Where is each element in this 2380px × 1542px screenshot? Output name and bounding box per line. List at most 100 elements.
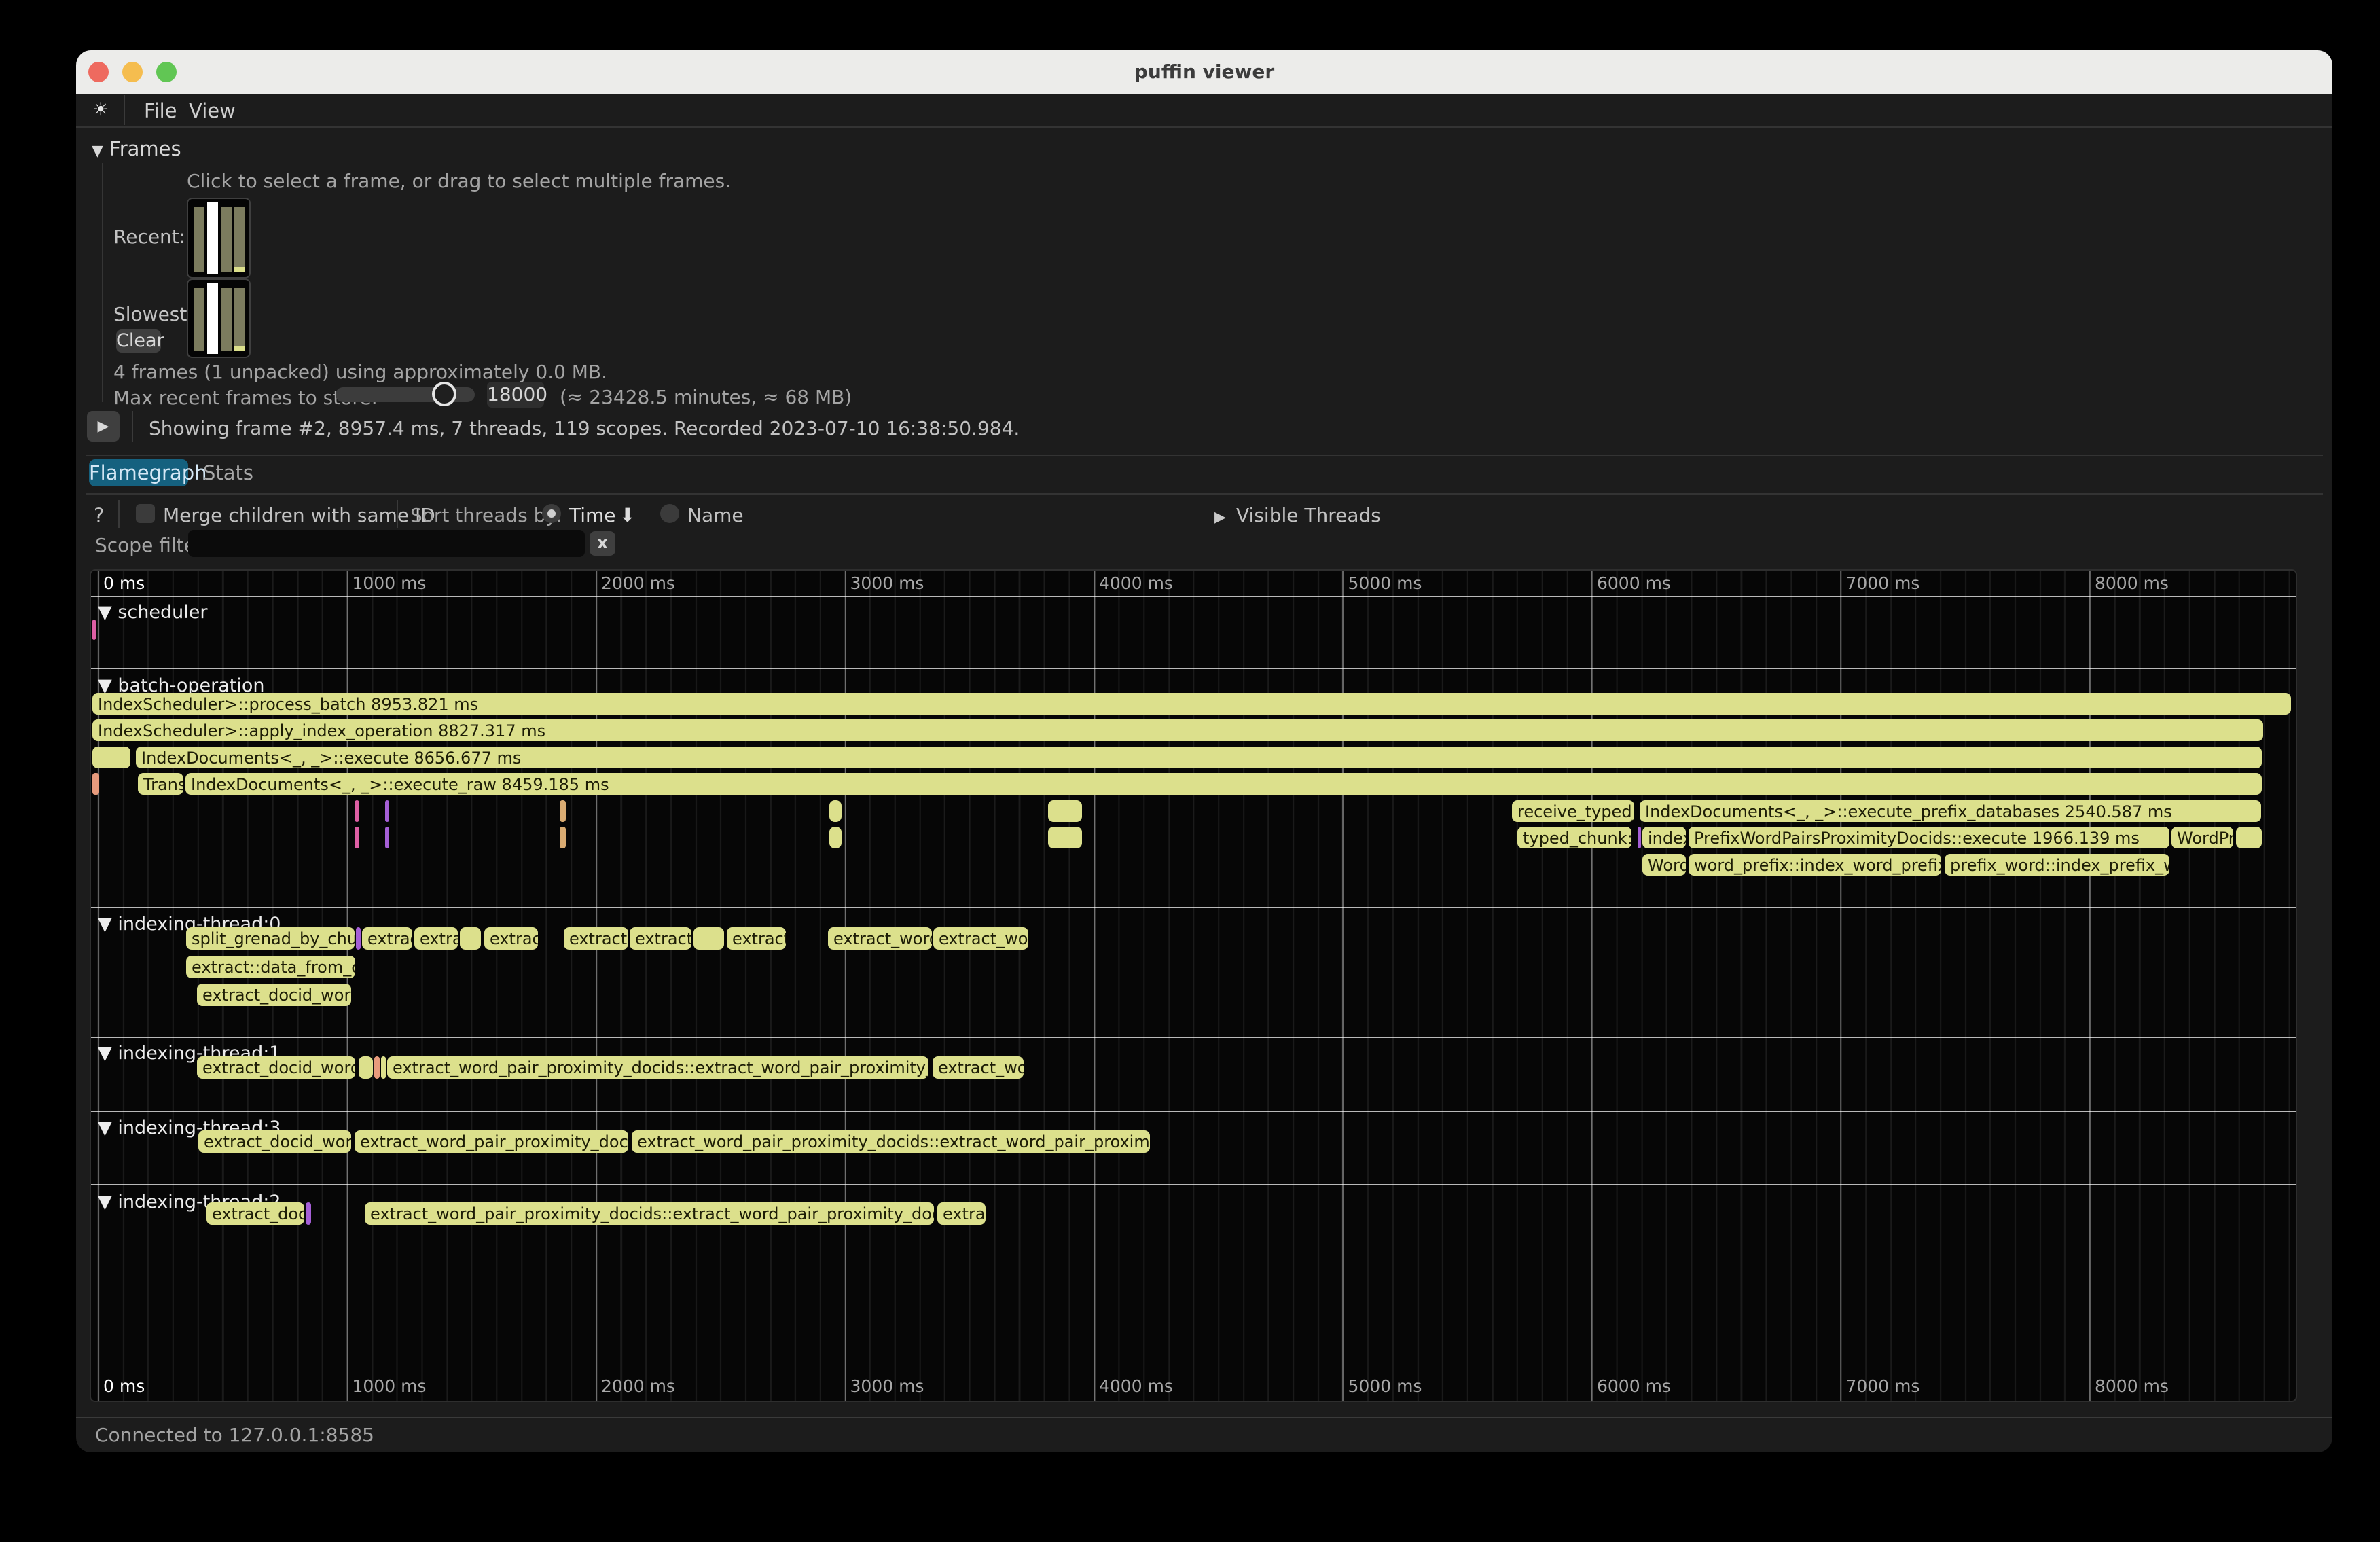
scope-bar-small[interactable]: [693, 927, 724, 950]
max-frames-slider[interactable]: [336, 387, 475, 402]
scope-bar[interactable]: extract_docid_word: [197, 1056, 355, 1079]
scope-bar[interactable]: extract_word_pair_proximity_docids::extr…: [365, 1202, 934, 1225]
scope-bar[interactable]: extract_word_pair_proximity_docids::extr…: [632, 1130, 1150, 1153]
time-tick-label: 3000 ms: [850, 1376, 924, 1396]
scope-bar-small[interactable]: [92, 773, 99, 795]
scope-bar-small[interactable]: [385, 827, 389, 848]
merge-children-checkbox[interactable]: [136, 504, 155, 523]
scope-bar-small[interactable]: [829, 827, 842, 848]
thumbnail-frame-bar[interactable]: [234, 207, 245, 272]
scope-bar-small[interactable]: [92, 747, 130, 768]
scope-bar-small[interactable]: [560, 827, 566, 848]
tab-flamegraph[interactable]: Flamegraph: [89, 459, 188, 486]
slider-knob[interactable]: [432, 382, 456, 406]
scope-bar[interactable]: receive_typed_: [1512, 800, 1634, 822]
thread-group-header[interactable]: ▼ scheduler: [98, 602, 207, 623]
scope-bar[interactable]: extract_docid_word: [198, 1130, 351, 1153]
clear-frames-button[interactable]: Clear: [116, 329, 161, 353]
controls-divider: [118, 500, 120, 528]
thumbnail-frame-bar[interactable]: [221, 288, 232, 351]
time-tick-label: 5000 ms: [1348, 1376, 1422, 1396]
frames-section-header[interactable]: ▼ Frames: [92, 137, 181, 160]
scope-bar[interactable]: Word: [1642, 854, 1686, 876]
max-frames-estimate: (≈ 23428.5 minutes, ≈ 68 MB): [560, 386, 852, 408]
scope-bar[interactable]: IndexScheduler>::process_batch 8953.821 …: [92, 693, 2291, 715]
scope-bar[interactable]: IndexDocuments<_, _>::execute 8656.677 m…: [136, 747, 2262, 768]
menu-view[interactable]: View: [189, 99, 236, 122]
scope-bar[interactable]: extract_wo: [933, 1056, 1024, 1079]
scope-bar-small[interactable]: [355, 800, 359, 822]
scope-bar[interactable]: split_grenad_by_chun: [186, 927, 355, 950]
theme-sun-icon[interactable]: ☀: [92, 99, 109, 120]
scope-bar[interactable]: extract_docid_word: [197, 984, 351, 1006]
scope-bar[interactable]: word_prefix::index_word_prefix_: [1689, 854, 1941, 876]
scope-bar-small[interactable]: [460, 927, 481, 950]
help-button[interactable]: ?: [94, 504, 104, 527]
scope-filter-input[interactable]: [188, 530, 585, 557]
thumbnail-frame-bar[interactable]: [234, 288, 245, 351]
time-tick-label: 4000 ms: [1099, 573, 1173, 593]
scope-bar[interactable]: IndexDocuments<_, _>::execute_prefix_dat…: [1640, 800, 2261, 822]
scope-bar-small[interactable]: [829, 800, 842, 822]
slowest-frames-thumbnail[interactable]: [187, 279, 251, 358]
scope-bar-small[interactable]: [1048, 800, 1082, 822]
thumbnail-frame-bar[interactable]: [221, 207, 232, 272]
scope-bar-small[interactable]: [1048, 827, 1082, 848]
scope-bar[interactable]: WordPr: [2171, 827, 2233, 848]
scope-bar-small[interactable]: [92, 620, 96, 640]
max-frames-value[interactable]: 18000: [487, 382, 544, 408]
scope-bar[interactable]: extract: [727, 927, 786, 950]
sort-time-radio[interactable]: [542, 504, 561, 523]
time-tick-label: 7000 ms: [1846, 1376, 1920, 1396]
clear-filter-button[interactable]: x: [590, 531, 615, 556]
play-button[interactable]: ▶: [87, 411, 120, 442]
statusbar-divider: [76, 1417, 2332, 1418]
scope-bar[interactable]: extract::data_from_ob: [186, 956, 355, 978]
scope-bar[interactable]: extract: [362, 927, 412, 950]
scope-bar[interactable]: IndexDocuments<_, _>::execute_raw 8459.1…: [185, 773, 2262, 795]
scope-bar[interactable]: index: [1642, 827, 1686, 848]
tab-stats[interactable]: Stats: [202, 459, 254, 486]
scope-bar[interactable]: prefix_word::index_prefix_wo: [1945, 854, 2169, 876]
visible-threads-header[interactable]: ▶ Visible Threads: [1214, 504, 1381, 526]
scope-bar-small[interactable]: [560, 800, 566, 822]
thumbnail-frame-bar[interactable]: [194, 288, 204, 351]
scope-bar[interactable]: extra: [414, 927, 458, 950]
scope-bar[interactable]: extract_doc: [206, 1202, 304, 1225]
scope-bar-small[interactable]: [381, 1056, 386, 1079]
scope-bar[interactable]: typed_chunk::w: [1517, 827, 1631, 848]
slowest-label: Slowest:: [113, 303, 194, 325]
scope-bar-small[interactable]: [385, 800, 389, 822]
scope-bar[interactable]: extract_word_pair_proximity_docids::extr…: [387, 1056, 928, 1079]
thumbnail-frame-bar[interactable]: [194, 207, 204, 272]
scope-bar-small[interactable]: [374, 1056, 380, 1079]
merge-children-label: Merge children with same ID: [163, 504, 435, 526]
scope-bar[interactable]: Trans: [138, 773, 183, 795]
scope-bar[interactable]: extract_: [564, 927, 628, 950]
sort-name-label[interactable]: Name: [687, 504, 744, 526]
menu-file[interactable]: File: [144, 99, 177, 122]
flamegraph-canvas[interactable]: 0 ms1000 ms2000 ms3000 ms4000 ms5000 ms6…: [90, 569, 2297, 1402]
thumbnail-frame-bar[interactable]: [207, 202, 218, 274]
sort-time-label[interactable]: Time: [569, 504, 616, 526]
scope-bar-small[interactable]: [306, 1202, 311, 1225]
scope-bar[interactable]: IndexScheduler>::apply_index_operation 8…: [92, 719, 2263, 741]
scope-bar[interactable]: extrac: [484, 927, 538, 950]
scope-bar[interactable]: extract_: [630, 927, 691, 950]
scope-bar[interactable]: extract_wo: [933, 927, 1028, 950]
scope-bar-small[interactable]: [355, 827, 359, 848]
sort-name-radio[interactable]: [660, 504, 679, 523]
thumbnail-frame-bar[interactable]: [207, 283, 218, 354]
time-tick-label: 2000 ms: [601, 1376, 675, 1396]
app-window: puffin viewer ☀ File View ▼ Frames Click…: [76, 50, 2332, 1452]
scope-bar[interactable]: extract_word_pair_proximity_docids: [355, 1130, 628, 1153]
scope-bar[interactable]: extract_word: [828, 927, 932, 950]
recent-frames-thumbnail[interactable]: [187, 198, 251, 279]
scope-bar-small[interactable]: [359, 1056, 373, 1079]
scope-bar-small[interactable]: [356, 927, 361, 950]
scope-bar-small[interactable]: [2236, 827, 2262, 848]
scope-bar[interactable]: PrefixWordPairsProximityDocids::execute …: [1689, 827, 2169, 848]
scope-bar[interactable]: extrac: [937, 1202, 986, 1225]
scope-bar-small[interactable]: [1638, 827, 1641, 848]
sort-direction-arrow-icon[interactable]: ⬇: [619, 504, 635, 526]
